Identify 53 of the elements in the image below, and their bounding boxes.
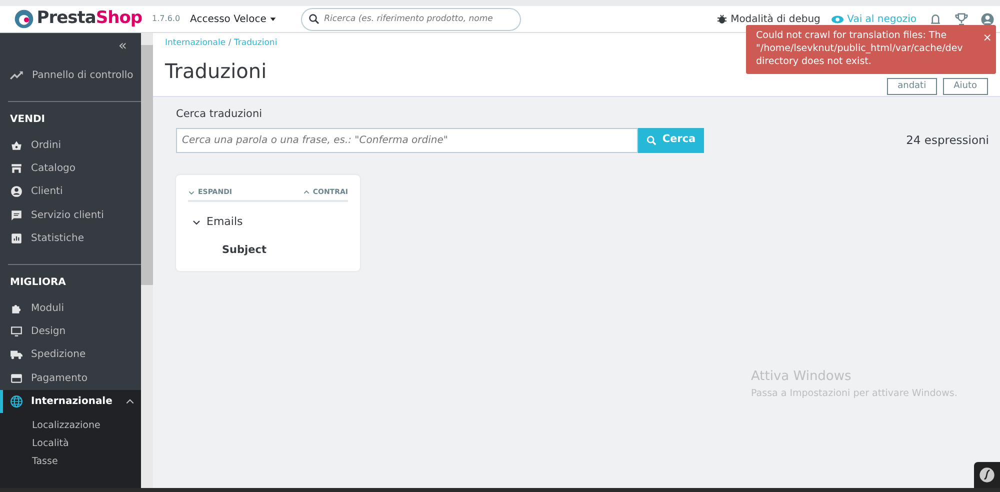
section-heading: VENDI: [9, 113, 46, 128]
brand-name: PrestaShop: [36, 7, 142, 30]
sidebar-item[interactable]: Catalogo: [0, 156, 141, 180]
truck-icon: [10, 348, 23, 362]
chevron-up-icon: [302, 188, 310, 196]
chat-icon: [10, 208, 23, 222]
sidebar-item[interactable]: Statistiche: [0, 226, 141, 250]
toolbar-button[interactable]: andati: [886, 78, 938, 95]
credit-card-icon: [10, 372, 23, 385]
close-button[interactable]: ×: [982, 31, 992, 46]
expression-count: 24 espressioni: [906, 132, 989, 149]
search-field[interactable]: Cerca una parola o una frase, es.: "Conferma ordine": [176, 128, 638, 153]
section-heading: MIGLIORA: [9, 276, 67, 290]
bug-icon: [716, 13, 728, 25]
store-icon: [10, 162, 23, 175]
trophy-button[interactable]: [954, 12, 968, 26]
logo-icon: [14, 9, 34, 29]
sidebar-item[interactable]: Pannello di controllo: [0, 64, 141, 88]
quick-access-dropdown[interactable]: Accesso Veloce: [190, 12, 278, 26]
chevron-down-icon: [188, 188, 195, 196]
version-label: 1.7.6.0: [152, 13, 180, 25]
tree-node[interactable]: Subject: [222, 242, 267, 258]
symfony-logo-icon: [979, 467, 995, 483]
breadcrumb-separator: /: [228, 37, 232, 50]
sidebar-item[interactable]: Pagamento: [0, 366, 141, 390]
basket-icon: [10, 138, 23, 152]
bar-chart-icon: [10, 232, 23, 246]
sidebar-item[interactable]: Design: [0, 320, 141, 344]
error-message: Could not crawl for translation files: The "/home/lsevknut/public_html/var/cache/dev directory does not exist.: [756, 30, 964, 68]
sidebar-item[interactable]: Clienti: [0, 180, 141, 204]
caret-icon: [269, 15, 278, 23]
scrollbar-thumb[interactable]: [141, 45, 153, 285]
user-circle-icon: [980, 12, 994, 26]
page-title: Traduzioni: [165, 58, 267, 85]
user-circle-icon: [10, 185, 23, 198]
globe-icon: [10, 395, 23, 408]
sidebar-item[interactable]: Internazionale: [0, 390, 141, 414]
search-field[interactable]: Ricerca (es. riferimento prodotto, nome: [301, 8, 522, 30]
sidebar-item[interactable]: Moduli: [0, 296, 141, 320]
eye-icon: [831, 12, 844, 26]
search-label: Cerca traduzioni: [176, 107, 264, 122]
collapse-sidebar-button[interactable]: «: [118, 39, 127, 53]
sidebar-item[interactable]: Servizio clienti: [0, 204, 141, 227]
debug-mode-label: Modalità di debug: [730, 12, 820, 26]
tree-node[interactable]: Emails: [206, 214, 243, 231]
sidebar-item[interactable]: Spedizione: [0, 343, 141, 367]
toolbar-button[interactable]: Aiuto: [942, 78, 988, 95]
search-icon: [646, 134, 658, 146]
debug-toolbar-button[interactable]: [974, 462, 1000, 488]
sidebar-item[interactable]: Ordini: [0, 133, 141, 157]
search-icon: [308, 13, 320, 25]
monitor-icon: [10, 324, 23, 338]
trophy-icon: [954, 12, 968, 26]
